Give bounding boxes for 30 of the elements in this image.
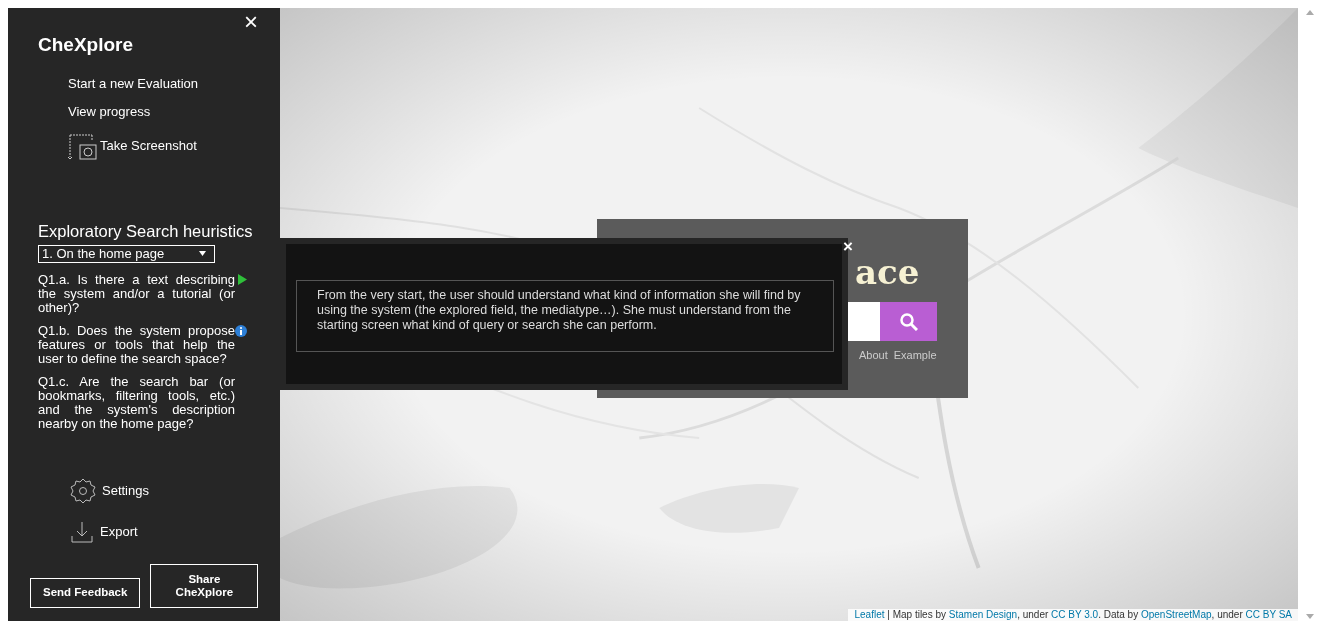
app-title: CheXplore [38, 33, 134, 57]
question-text: Q1.a. Is there a text describing the system and/or a tutorial (or other)? [38, 272, 235, 316]
menu-item[interactable]: Take Screenshot [68, 130, 197, 161]
panel-link[interactable]: Example [893, 347, 937, 364]
share-button[interactable]: Share CheXplore [150, 563, 259, 608]
caret-icon [199, 251, 206, 257]
menu-item[interactable]: Start a new Evaluation [68, 73, 199, 93]
attribution-text: Leaflet | Map tiles by Stamen Design, under CC BY 3.0. Data by OpenStreetMap, under CC BY SA [848, 609, 1298, 621]
search-icon [899, 312, 918, 331]
panel-link[interactable]: About [859, 347, 888, 364]
attribution-link[interactable]: Leaflet [854, 609, 885, 620]
tooltip-text: From the very start, the user should understand what kind of information she will find by using the system (the explored field, the mediatype…). She must understand from the starting screen what kind of query or search she can perform. [296, 280, 834, 352]
play-icon[interactable] [238, 273, 247, 285]
section-select[interactable]: 1. On the home page [38, 244, 215, 263]
close-button[interactable]: × [240, 10, 262, 34]
menu-item[interactable]: View progress [68, 102, 151, 122]
section-heading: Exploratory Search heuristics [38, 221, 253, 242]
close-button[interactable]: × [840, 238, 856, 255]
panel-title: ace [855, 251, 920, 294]
attribution-link[interactable]: OpenStreetMap [1140, 609, 1212, 620]
search-button[interactable] [880, 302, 937, 341]
download-icon [70, 519, 94, 544]
feedback-button[interactable]: Send Feedback [30, 577, 141, 608]
attribution-link[interactable]: CC BY SA [1245, 609, 1292, 620]
gear-icon [70, 477, 96, 504]
menu-item[interactable]: Settings [70, 477, 149, 504]
question-text: Q1.b. Does the system propose features or tools that help the user to define the search space? [38, 323, 235, 367]
menu-item[interactable]: Export [70, 519, 138, 544]
question-text: Q1.c. Are the search bar (or bookmarks, filtering tools, etc.) and the system's description nearby on the home page? [38, 374, 235, 432]
info-icon[interactable] [235, 324, 247, 337]
